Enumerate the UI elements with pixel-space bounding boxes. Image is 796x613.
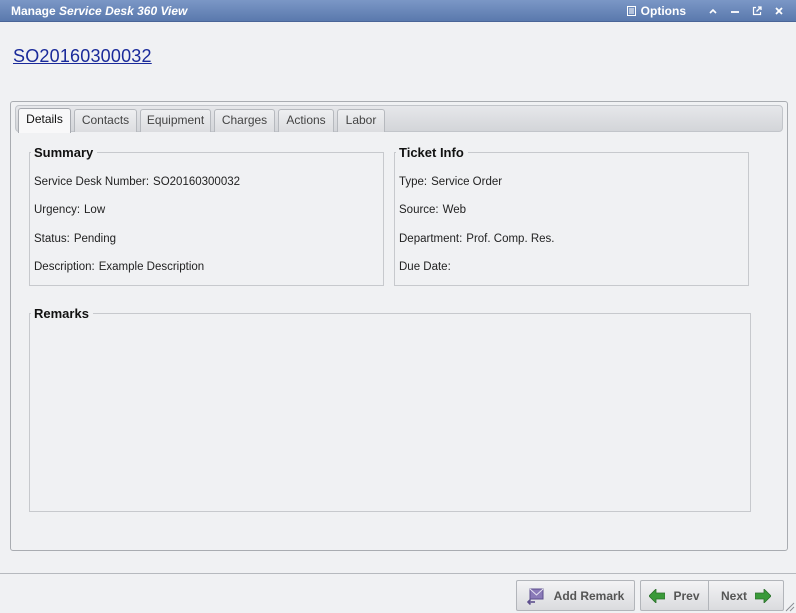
field-label: Service Desk Number: xyxy=(34,176,150,188)
tab-strip: Details Contacts Equipment Charges Actio… xyxy=(15,105,783,133)
resize-grip-icon[interactable] xyxy=(785,602,795,612)
order-number-link[interactable]: SO20160300032 xyxy=(13,46,152,67)
ticket-info-group: Ticket Info Type: Service Order Source: We… xyxy=(394,145,749,286)
window-title: Manage Service Desk 360 View xyxy=(11,4,187,18)
window-controls: Options xyxy=(626,3,786,19)
list-icon xyxy=(626,6,636,16)
tab-labor[interactable]: Labor xyxy=(337,109,385,132)
minimize-up-icon xyxy=(709,8,717,14)
field-label: Department: xyxy=(399,233,463,245)
type-field: Type: Service Order xyxy=(399,176,502,188)
summary-group: Summary Service Desk Number: SO2016030003… xyxy=(29,145,384,286)
field-label: Description: xyxy=(34,261,95,273)
footer-divider xyxy=(0,573,796,574)
tab-actions[interactable]: Actions xyxy=(278,109,334,132)
close-icon xyxy=(775,7,783,15)
window-title-prefix: Manage xyxy=(11,4,56,18)
tab-contacts[interactable]: Contacts xyxy=(74,109,137,132)
status-field: Status: Pending xyxy=(34,233,116,245)
prev-label: Prev xyxy=(673,588,700,603)
options-label: Options xyxy=(640,4,686,18)
tab-charges[interactable]: Charges xyxy=(214,109,275,132)
field-label: Urgency: xyxy=(34,204,81,216)
field-label: Source: xyxy=(399,204,439,216)
tab-equipment[interactable]: Equipment xyxy=(140,109,211,132)
add-remark-label: Add Remark xyxy=(553,588,625,603)
field-value: Pending xyxy=(73,233,117,245)
minimize-button[interactable] xyxy=(728,4,742,18)
collapse-button[interactable] xyxy=(706,4,720,18)
options-button[interactable]: Options xyxy=(626,4,686,18)
popout-button[interactable] xyxy=(750,4,764,18)
add-remark-button[interactable]: Add Remark xyxy=(516,580,635,611)
prev-button[interactable]: Prev xyxy=(640,580,709,611)
department-field: Department: Prof. Comp. Res. xyxy=(399,233,554,245)
field-value: Service Order xyxy=(431,176,503,188)
details-panel: Details Contacts Equipment Charges Actio… xyxy=(10,101,788,551)
field-value: Example Description xyxy=(98,261,205,273)
field-label: Due Date: xyxy=(399,261,451,273)
next-button[interactable]: Next xyxy=(708,580,784,611)
due-date-field: Due Date: xyxy=(399,261,455,273)
service-desk-number-field: Service Desk Number: SO20160300032 xyxy=(34,176,240,188)
field-value: SO20160300032 xyxy=(153,176,241,188)
remarks-legend: Remarks xyxy=(34,306,89,321)
field-value: Web xyxy=(442,204,467,216)
source-field: Source: Web xyxy=(399,204,466,216)
arrow-left-icon xyxy=(649,588,666,603)
remarks-group: Remarks xyxy=(29,306,751,512)
popout-icon xyxy=(752,6,762,16)
tab-details[interactable]: Details xyxy=(18,108,71,133)
description-field: Description: Example Description xyxy=(34,261,204,273)
remark-icon xyxy=(526,588,544,605)
field-label: Status: xyxy=(34,233,70,245)
field-value: Prof. Comp. Res. xyxy=(466,233,555,245)
urgency-field: Urgency: Low xyxy=(34,204,105,216)
field-label: Type: xyxy=(399,176,428,188)
minimize-icon xyxy=(731,11,739,13)
next-label: Next xyxy=(720,588,747,603)
window-title-view: Service Desk 360 View xyxy=(59,4,188,18)
arrow-right-icon xyxy=(755,588,771,603)
ticket-info-legend: Ticket Info xyxy=(399,145,464,160)
close-button[interactable] xyxy=(772,4,786,18)
summary-legend: Summary xyxy=(34,145,94,160)
window-titlebar: Manage Service Desk 360 View Options xyxy=(0,0,796,22)
field-value: Low xyxy=(84,204,106,216)
